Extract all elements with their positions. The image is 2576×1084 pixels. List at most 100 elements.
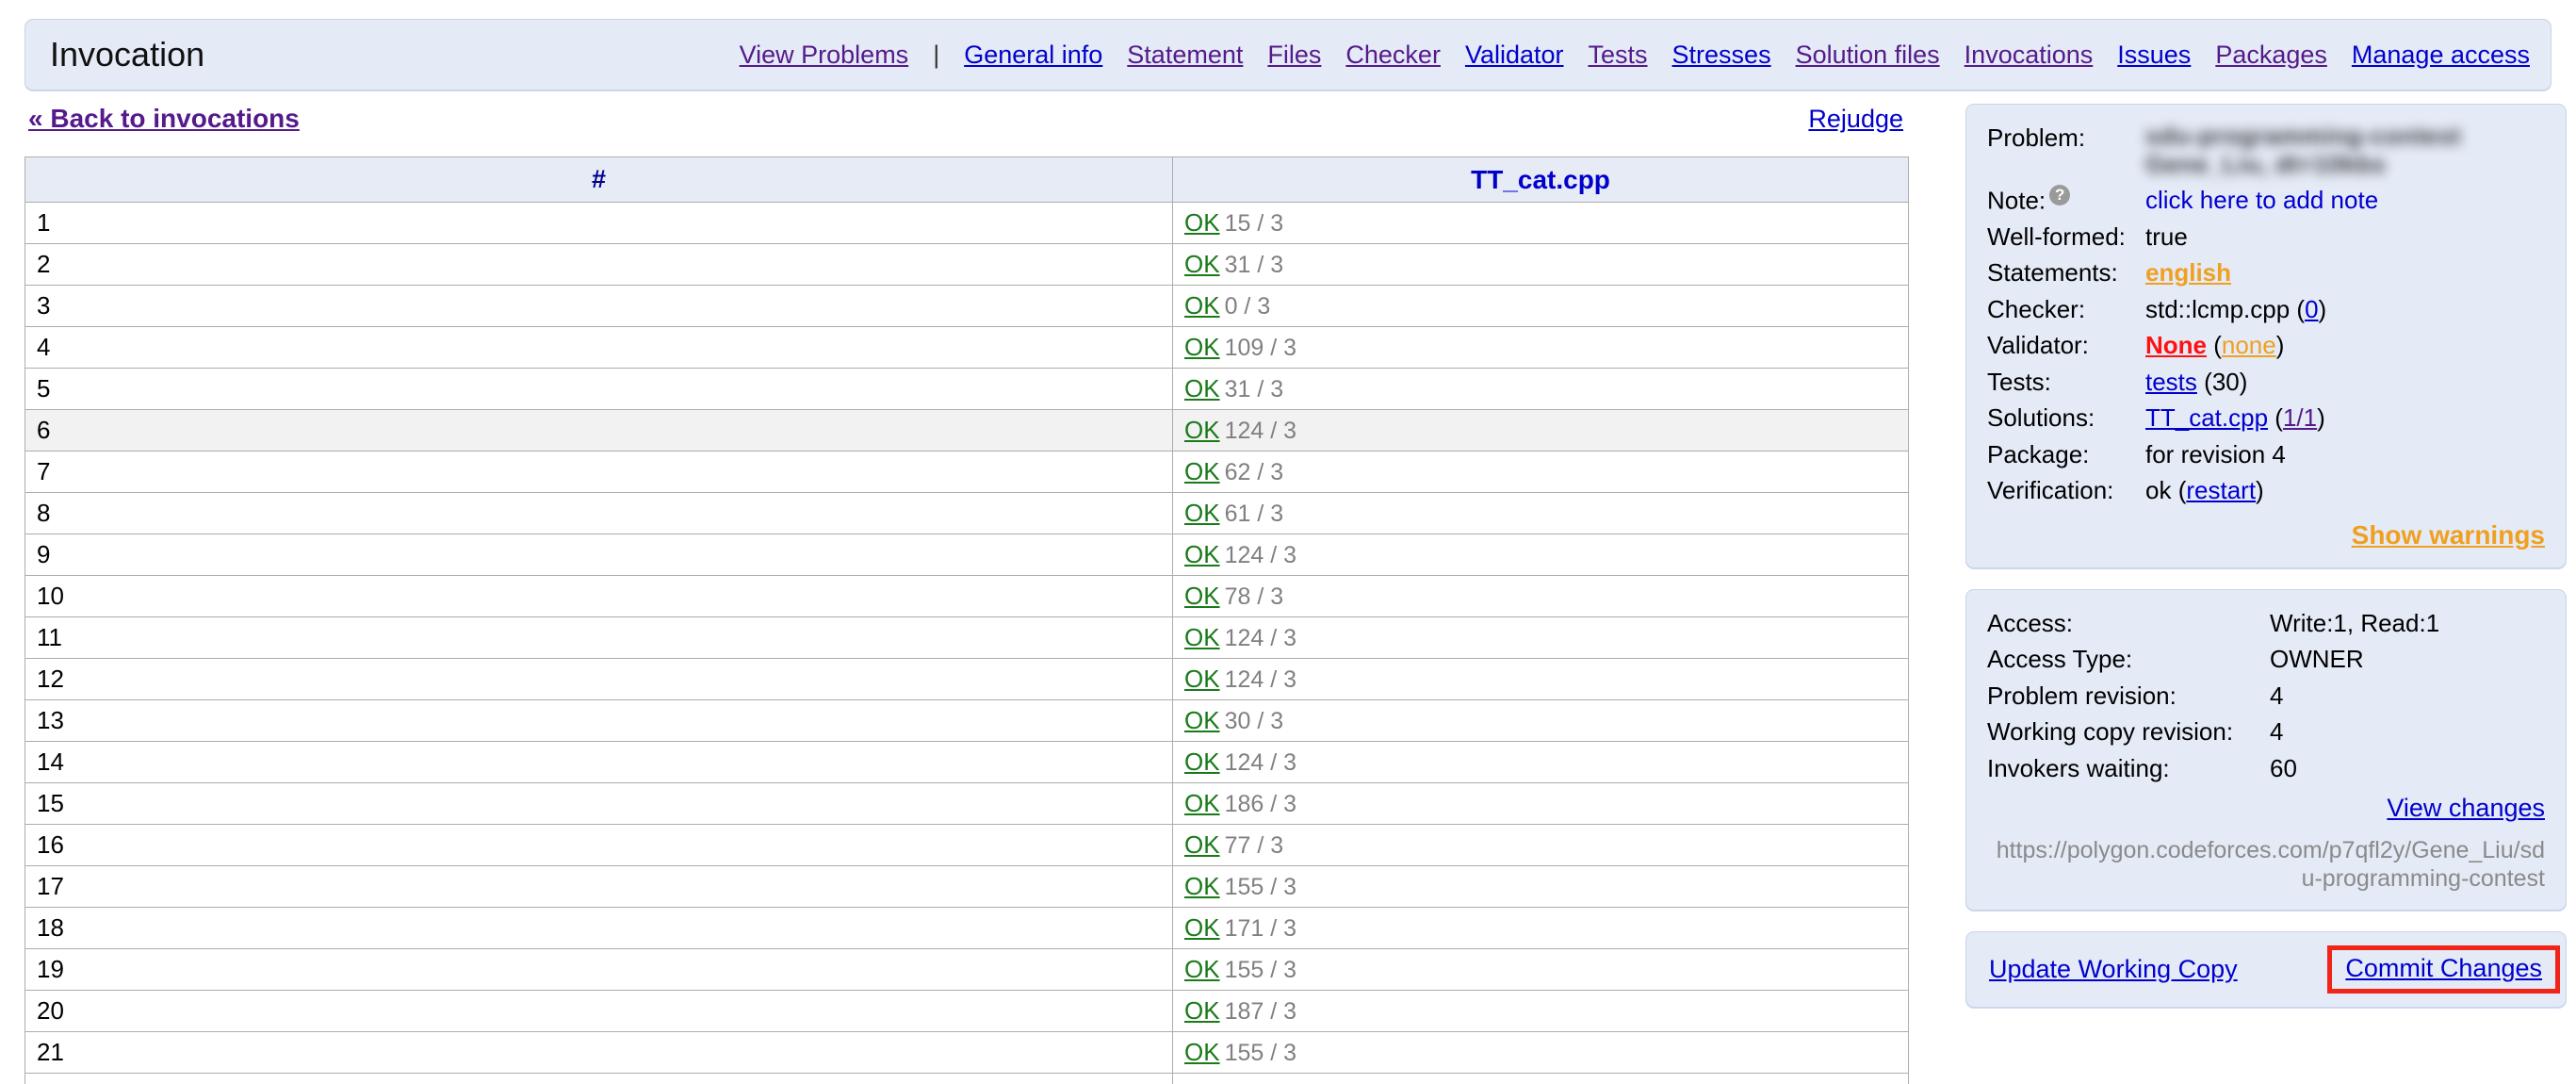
column-header-solution[interactable]: TT_cat.cpp	[1172, 156, 1909, 203]
table-row[interactable]: 7 OK 62 / 3	[24, 451, 1909, 493]
nav-solution-files[interactable]: Solution files	[1796, 41, 1940, 70]
cell-verdict: OK 124 / 3	[1172, 534, 1909, 576]
table-row[interactable]: 19 OK 155 / 3	[24, 948, 1909, 991]
solution-count-link[interactable]: 1/1	[2283, 403, 2317, 432]
label-access-type: Access Type:	[1987, 645, 2133, 674]
verdict-link[interactable]: OK	[1184, 291, 1220, 320]
cell-test-index: 12	[24, 658, 1173, 700]
verdict-link[interactable]: OK	[1184, 499, 1220, 527]
table-row[interactable]: 3 OK 0 / 3	[24, 285, 1909, 327]
back-to-invocations-link[interactable]: « Back to invocations	[28, 104, 300, 134]
tests-count: (30)	[2204, 367, 2248, 396]
verdict-link[interactable]: OK	[1184, 1079, 1220, 1084]
verdict-link[interactable]: OK	[1184, 665, 1220, 693]
verdict-link[interactable]: OK	[1184, 872, 1220, 900]
info-row-solutions: Solutions: TT_cat.cpp (1/1)	[1987, 400, 2545, 436]
verdict-timing: 124 / 3	[1224, 625, 1297, 651]
verdict-link[interactable]: OK	[1184, 955, 1220, 983]
verdict-timing: 109 / 3	[1224, 335, 1297, 361]
cell-verdict: OK 124 / 3	[1172, 409, 1909, 452]
verdict-link[interactable]: OK	[1184, 623, 1220, 651]
info-row-tests: Tests: tests (30)	[1987, 364, 2545, 401]
table-row[interactable]: 2 OK 31 / 3	[24, 243, 1909, 286]
nav-view-problems[interactable]: View Problems	[740, 41, 909, 70]
table-row[interactable]: 17 OK 155 / 3	[24, 865, 1909, 908]
cell-test-index: 1	[24, 202, 1173, 244]
add-note-link[interactable]: click here to add note	[2145, 186, 2378, 214]
table-row[interactable]: 9 OK 124 / 3	[24, 534, 1909, 576]
verdict-link[interactable]: OK	[1184, 582, 1220, 610]
invocation-table-column: « Back to invocations Rejudge # TT_cat.c…	[24, 104, 1909, 1084]
table-row[interactable]: 14 OK 124 / 3	[24, 741, 1909, 783]
verdict-link[interactable]: OK	[1184, 416, 1220, 444]
question-mark-icon[interactable]: ?	[2049, 184, 2071, 205]
table-row[interactable]: 22 OK	[24, 1073, 1909, 1084]
nav-statement[interactable]: Statement	[1127, 41, 1243, 70]
verdict-timing: 124 / 3	[1224, 418, 1297, 444]
update-working-copy-button[interactable]: Update Working Copy	[1989, 955, 2238, 984]
value-problem: sdu-programming-contest Gene_Liu, dt=10k…	[2145, 120, 2545, 182]
label-solutions: Solutions:	[1987, 403, 2095, 433]
table-row[interactable]: 21 OK 155 / 3	[24, 1031, 1909, 1074]
nav-invocations[interactable]: Invocations	[1965, 41, 2094, 70]
verdict-link[interactable]: OK	[1184, 250, 1220, 278]
nav-issues[interactable]: Issues	[2117, 41, 2191, 70]
statement-english-link[interactable]: english	[2145, 258, 2231, 287]
table-row[interactable]: 20 OK 187 / 3	[24, 990, 1909, 1032]
nav-manage-access[interactable]: Manage access	[2352, 41, 2530, 70]
table-row[interactable]: 16 OK 77 / 3	[24, 824, 1909, 866]
table-row[interactable]: 18 OK 171 / 3	[24, 907, 1909, 949]
table-row[interactable]: 10 OK 78 / 3	[24, 575, 1909, 617]
nav-stresses[interactable]: Stresses	[1672, 41, 1771, 70]
verdict-timing: 31 / 3	[1224, 376, 1284, 402]
verdict-link[interactable]: OK	[1184, 540, 1220, 568]
validator-paren-link[interactable]: none	[2222, 331, 2276, 359]
cell-verdict: OK 77 / 3	[1172, 824, 1909, 866]
verdict-timing: 15 / 3	[1224, 210, 1284, 237]
verdict-link[interactable]: OK	[1184, 706, 1220, 734]
nav-general-info[interactable]: General info	[964, 41, 1102, 70]
table-row[interactable]: 13 OK 30 / 3	[24, 699, 1909, 742]
verification-status: ok	[2145, 476, 2172, 505]
checker-count-link[interactable]: 0	[2305, 295, 2318, 323]
verdict-link[interactable]: OK	[1184, 1038, 1220, 1066]
validator-none-link[interactable]: None	[2145, 331, 2207, 359]
view-changes-link[interactable]: View changes	[2387, 794, 2545, 822]
label-note: Note:?	[1987, 182, 2145, 219]
verdict-link[interactable]: OK	[1184, 208, 1220, 237]
verdict-link[interactable]: OK	[1184, 996, 1220, 1025]
table-row[interactable]: 1 OK 15 / 3	[24, 202, 1909, 244]
table-row[interactable]: 5 OK 31 / 3	[24, 368, 1909, 410]
table-row[interactable]: 4 OK 109 / 3	[24, 326, 1909, 369]
tests-link[interactable]: tests	[2145, 368, 2197, 396]
cell-test-index: 8	[24, 492, 1173, 534]
verdict-link[interactable]: OK	[1184, 747, 1220, 776]
nav-packages[interactable]: Packages	[2215, 41, 2327, 70]
cell-test-index: 16	[24, 824, 1173, 866]
nav-checker[interactable]: Checker	[1345, 41, 1441, 70]
table-row[interactable]: 8 OK 61 / 3	[24, 492, 1909, 534]
info-row-note: Note:? click here to add note	[1987, 182, 2545, 219]
column-header-index[interactable]: #	[24, 156, 1173, 203]
solution-file-link[interactable]: TT_cat.cpp	[2145, 403, 2268, 432]
cell-test-index: 15	[24, 782, 1173, 825]
table-row[interactable]: 6 OK 124 / 3	[24, 409, 1909, 452]
cell-verdict: OK 0 / 3	[1172, 285, 1909, 327]
nav-files[interactable]: Files	[1267, 41, 1321, 70]
table-row[interactable]: 15 OK 186 / 3	[24, 782, 1909, 825]
cell-verdict: OK 15 / 3	[1172, 202, 1909, 244]
verdict-link[interactable]: OK	[1184, 457, 1220, 485]
commit-changes-button[interactable]: Commit Changes	[2345, 954, 2542, 982]
show-warnings-link[interactable]: Show warnings	[2352, 520, 2545, 550]
verdict-link[interactable]: OK	[1184, 913, 1220, 942]
table-row[interactable]: 12 OK 124 / 3	[24, 658, 1909, 700]
verdict-link[interactable]: OK	[1184, 830, 1220, 859]
verdict-link[interactable]: OK	[1184, 333, 1220, 361]
verdict-link[interactable]: OK	[1184, 374, 1220, 402]
table-row[interactable]: 11 OK 124 / 3	[24, 616, 1909, 659]
verification-restart-link[interactable]: restart	[2186, 476, 2256, 504]
verdict-link[interactable]: OK	[1184, 789, 1220, 817]
nav-tests[interactable]: Tests	[1589, 41, 1648, 70]
nav-validator[interactable]: Validator	[1465, 41, 1564, 70]
rejudge-link[interactable]: Rejudge	[1808, 105, 1903, 134]
